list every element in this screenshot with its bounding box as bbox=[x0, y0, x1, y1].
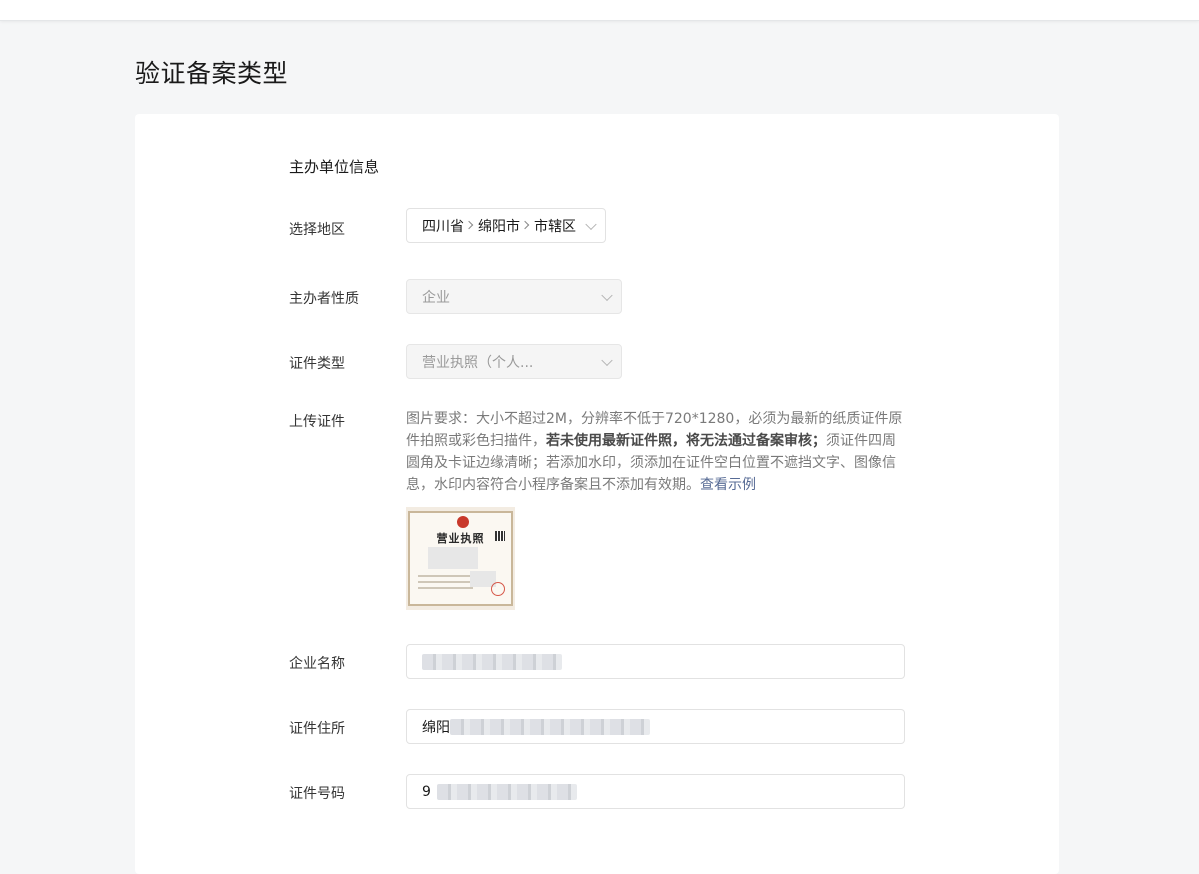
cert-type-value: 营业执照（个人... bbox=[422, 354, 534, 371]
blurred-value bbox=[436, 783, 577, 800]
blurred-value bbox=[422, 653, 562, 670]
region-district: 市辖区 bbox=[534, 218, 576, 235]
blurred-value bbox=[450, 718, 650, 735]
cert-address-input[interactable]: 绵阳 bbox=[406, 709, 905, 744]
region-province: 四川省 bbox=[422, 218, 464, 235]
upload-requirements: 图片要求：大小不超过2M，分辨率不低于720*1280，必须为最新的纸质证件原件… bbox=[406, 408, 906, 496]
top-bar bbox=[0, 0, 1199, 21]
cert-type-select[interactable]: 营业执照（个人... bbox=[406, 344, 622, 379]
view-example-link[interactable]: 查看示例 bbox=[700, 477, 756, 493]
region-select[interactable]: 四川省 绵阳市 市辖区 bbox=[406, 208, 606, 243]
organizer-type-value: 企业 bbox=[422, 289, 450, 306]
license-image: 营业执照 bbox=[408, 511, 513, 606]
license-line bbox=[418, 587, 473, 589]
region-city: 绵阳市 bbox=[478, 218, 520, 235]
license-blur bbox=[428, 547, 478, 569]
region-label: 选择地区 bbox=[289, 222, 345, 238]
page-title: 验证备案类型 bbox=[135, 59, 289, 88]
seal-icon bbox=[491, 582, 505, 596]
form-card: 主办单位信息 选择地区 四川省 绵阳市 市辖区 主办者性质 企业 证件类型 营业… bbox=[135, 114, 1059, 874]
cert-address-value: 绵阳 bbox=[422, 719, 450, 736]
chevron-right-icon bbox=[464, 220, 474, 229]
chevron-down-icon bbox=[601, 289, 613, 301]
upload-label: 上传证件 bbox=[289, 414, 345, 430]
cert-number-label: 证件号码 bbox=[289, 786, 345, 802]
cert-number-input[interactable]: 9 bbox=[406, 774, 905, 809]
emblem-icon bbox=[457, 516, 469, 528]
company-name-input[interactable] bbox=[406, 644, 905, 679]
chevron-right-icon bbox=[520, 220, 530, 229]
license-line bbox=[418, 575, 478, 577]
section-title: 主办单位信息 bbox=[289, 158, 380, 176]
organizer-type-label: 主办者性质 bbox=[289, 291, 359, 307]
chevron-down-icon bbox=[601, 354, 613, 366]
cert-number-value: 9 bbox=[422, 783, 431, 800]
chevron-down-icon bbox=[585, 218, 597, 230]
license-thumbnail[interactable]: 营业执照 bbox=[406, 507, 515, 610]
company-name-label: 企业名称 bbox=[289, 656, 345, 672]
qr-code-icon bbox=[495, 531, 505, 541]
cert-type-label: 证件类型 bbox=[289, 356, 345, 372]
organizer-type-select[interactable]: 企业 bbox=[406, 279, 622, 314]
cert-address-label: 证件住所 bbox=[289, 721, 345, 737]
upload-desc-warning: 若未使用最新证件照，将无法通过备案审核； bbox=[546, 433, 826, 449]
